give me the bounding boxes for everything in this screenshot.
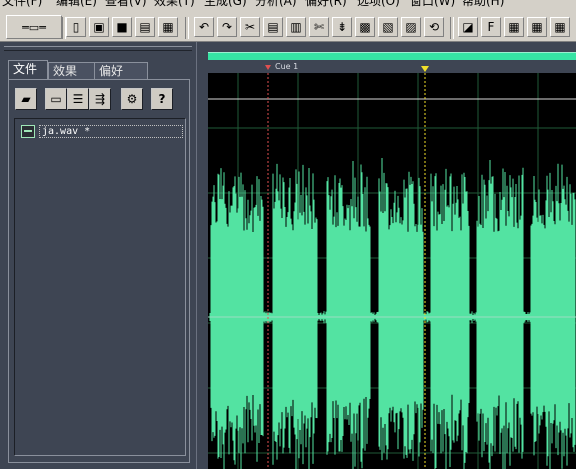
menu-analyze[interactable]: 分析(A) bbox=[255, 0, 297, 8]
undo-icon: ↶ bbox=[198, 20, 210, 34]
waveform-trace bbox=[209, 158, 576, 469]
panel-grip[interactable] bbox=[4, 46, 192, 51]
cue-ruler: Cue 1 bbox=[208, 60, 576, 73]
waveform-view-button[interactable]: ═▭═ bbox=[6, 15, 62, 39]
help-button[interactable]: ? bbox=[151, 88, 173, 110]
tab-files[interactable]: 文件 bbox=[8, 60, 48, 80]
menu-options[interactable]: 选项(O) bbox=[357, 0, 400, 8]
save-all-icon: ▤ bbox=[139, 20, 151, 34]
close-icon: ▦ bbox=[162, 20, 174, 34]
new-icon: ▯ bbox=[72, 20, 80, 34]
menu-preferences[interactable]: 偏好(R) bbox=[305, 0, 347, 8]
waveform-display[interactable] bbox=[208, 73, 576, 469]
toolbar: ═▭═ ▯ ▣ ■ ▤ ▦ ↶ ↷ ✂ ▤ ▥ ✄ ⇟ ▩ ▧ ▨ ⟲ ◪ F … bbox=[0, 8, 576, 42]
cue-label: Cue 1 bbox=[275, 62, 299, 71]
zero-button[interactable]: ▧ bbox=[378, 17, 398, 37]
grid2-button[interactable]: ▦ bbox=[527, 17, 547, 37]
menu-file[interactable]: 文件(F) bbox=[2, 0, 42, 8]
insert-button[interactable]: ☰ bbox=[67, 88, 89, 110]
playhead-marker-icon[interactable] bbox=[421, 66, 429, 72]
grid3-icon: ▦ bbox=[554, 20, 566, 34]
tab-content: ▰ ▭ ☰ ⇶ ⚙ ? ja.wav * bbox=[8, 79, 190, 463]
wav-file-icon bbox=[21, 124, 35, 138]
file-name: ja.wav * bbox=[39, 124, 183, 138]
help-icon: ? bbox=[158, 92, 166, 106]
save-button[interactable]: ■ bbox=[112, 17, 132, 37]
file-list[interactable]: ja.wav * bbox=[14, 118, 186, 456]
mix-button[interactable]: ⇶ bbox=[89, 88, 111, 110]
grid1-button[interactable]: ▦ bbox=[504, 17, 524, 37]
menu-bar: 文件(F) 编辑(E) 查看(V) 效果(T) 生成(G) 分析(A) 偏好(R… bbox=[0, 0, 576, 8]
trim-button[interactable]: ⇟ bbox=[332, 17, 352, 37]
paste-icon: ▥ bbox=[290, 20, 302, 34]
open-file-button[interactable]: ▰ bbox=[15, 88, 37, 110]
waveform-canvas bbox=[208, 73, 576, 469]
loop-button[interactable]: ⟲ bbox=[424, 17, 444, 37]
tab-effects[interactable]: 效果 bbox=[48, 62, 96, 79]
import-icon: ▭ bbox=[50, 92, 62, 106]
menu-view[interactable]: 查看(V) bbox=[105, 0, 147, 8]
new-button[interactable]: ▯ bbox=[66, 17, 86, 37]
zero-icon: ▧ bbox=[382, 20, 394, 34]
copy-button[interactable]: ▤ bbox=[263, 17, 283, 37]
copy-icon: ▤ bbox=[267, 20, 279, 34]
cue-marker-icon[interactable] bbox=[265, 65, 271, 70]
file-panel: 文件 效果 偏好 ▰ ▭ ☰ ⇶ ⚙ ? ja.wav * bbox=[0, 42, 197, 469]
spectral-icon: ◪ bbox=[462, 20, 474, 34]
mix-icon: ⇶ bbox=[94, 92, 106, 106]
undo-button[interactable]: ↶ bbox=[194, 17, 214, 37]
toolbar-separator bbox=[450, 17, 454, 39]
menu-window[interactable]: 窗口(W) bbox=[410, 0, 455, 8]
insert-icon: ☰ bbox=[72, 92, 84, 106]
open-icon: ▣ bbox=[93, 20, 105, 34]
cut-icon: ✂ bbox=[244, 20, 256, 34]
spectral-button[interactable]: ◪ bbox=[458, 17, 478, 37]
menu-generate[interactable]: 生成(G) bbox=[204, 0, 247, 8]
frequency-button[interactable]: F bbox=[481, 17, 501, 37]
close-button[interactable]: ▦ bbox=[158, 17, 178, 37]
menu-edit[interactable]: 编辑(E) bbox=[56, 0, 97, 8]
save-all-button[interactable]: ▤ bbox=[135, 17, 155, 37]
import-button[interactable]: ▭ bbox=[45, 88, 67, 110]
save-icon: ■ bbox=[116, 20, 128, 34]
tab-preferences[interactable]: 偏好 bbox=[94, 62, 148, 79]
open-button[interactable]: ▣ bbox=[89, 17, 109, 37]
redo-button[interactable]: ↷ bbox=[217, 17, 237, 37]
paste-button[interactable]: ▥ bbox=[286, 17, 306, 37]
mix-paste-icon: ✄ bbox=[313, 20, 325, 34]
toolbar-separator bbox=[185, 17, 189, 39]
grid3-button[interactable]: ▦ bbox=[550, 17, 570, 37]
waveform-view-icon: ═▭═ bbox=[22, 20, 46, 34]
silence-icon: ▩ bbox=[359, 20, 371, 34]
record-icon: ▨ bbox=[405, 20, 417, 34]
menu-effects[interactable]: 效果(T) bbox=[154, 0, 195, 8]
menu-help[interactable]: 帮助(H) bbox=[462, 0, 504, 8]
trim-icon: ⇟ bbox=[336, 20, 348, 34]
cut-button[interactable]: ✂ bbox=[240, 17, 260, 37]
record-button[interactable]: ▨ bbox=[401, 17, 421, 37]
settings-icon: ⚙ bbox=[126, 92, 138, 106]
list-item[interactable]: ja.wav * bbox=[21, 124, 183, 138]
redo-icon: ↷ bbox=[221, 20, 233, 34]
open-file-icon: ▰ bbox=[21, 92, 31, 106]
silence-button[interactable]: ▩ bbox=[355, 17, 375, 37]
mix-paste-button[interactable]: ✄ bbox=[309, 17, 329, 37]
grid2-icon: ▦ bbox=[531, 20, 543, 34]
grid1-icon: ▦ bbox=[508, 20, 520, 34]
settings-button[interactable]: ⚙ bbox=[121, 88, 143, 110]
frequency-icon: F bbox=[487, 20, 495, 34]
loop-icon: ⟲ bbox=[428, 20, 440, 34]
